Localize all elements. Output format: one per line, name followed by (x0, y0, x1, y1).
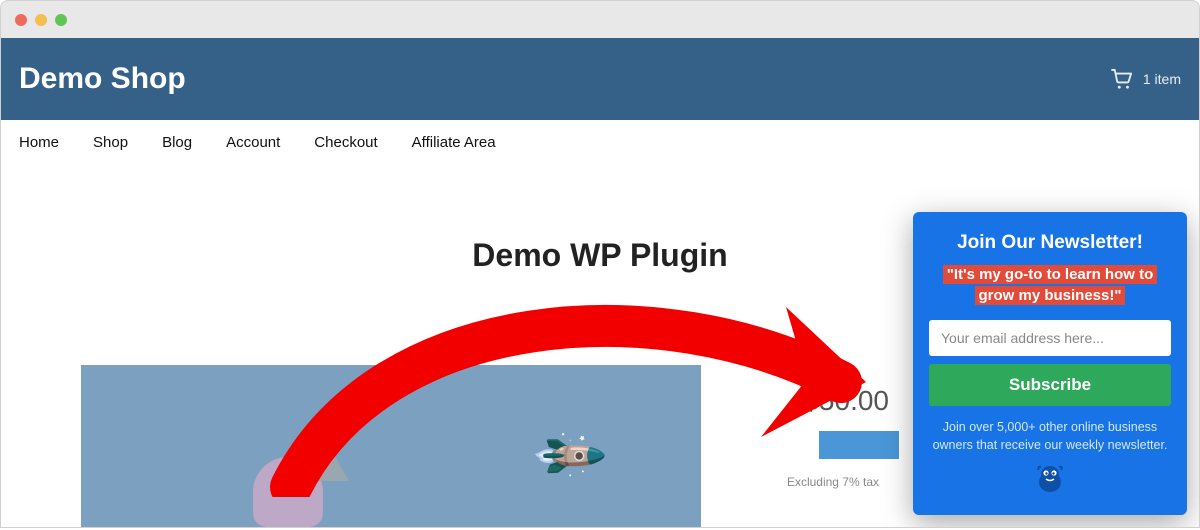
newsletter-popup: Join Our Newsletter! "It's my go-to to l… (913, 212, 1187, 515)
newsletter-mascot-icon (929, 464, 1171, 501)
main-nav: Home Shop Blog Account Checkout Affiliat… (1, 120, 1199, 167)
cart-link[interactable]: 1 item (1111, 69, 1181, 89)
site-title: Demo Shop (19, 62, 186, 96)
nav-item-account[interactable]: Account (226, 134, 280, 151)
product-image (81, 365, 701, 528)
nav-item-affiliate[interactable]: Affiliate Area (412, 134, 496, 151)
close-window-button[interactable] (15, 14, 27, 26)
cart-icon (1111, 69, 1133, 89)
minimize-window-button[interactable] (35, 14, 47, 26)
site-header: Demo Shop 1 item (1, 38, 1199, 120)
newsletter-title: Join Our Newsletter! (929, 232, 1171, 254)
cart-count-label: 1 item (1143, 71, 1181, 87)
browser-chrome (0, 0, 1200, 38)
newsletter-quote: "It's my go-to to learn how to grow my b… (929, 264, 1171, 306)
maximize-window-button[interactable] (55, 14, 67, 26)
price-bar (819, 431, 899, 459)
page-viewport: Demo Shop 1 item Home Shop Blog Account … (0, 38, 1200, 528)
subscribe-button[interactable]: Subscribe (929, 364, 1171, 406)
nav-item-checkout[interactable]: Checkout (314, 134, 377, 151)
newsletter-email-input[interactable] (929, 320, 1171, 356)
tax-note: Excluding 7% tax (787, 475, 879, 489)
mascot-image (253, 457, 323, 527)
nav-item-home[interactable]: Home (19, 134, 59, 151)
newsletter-footnote: Join over 5,000+ other online business o… (929, 418, 1171, 454)
product-price: $50.00 (803, 385, 889, 417)
nav-item-blog[interactable]: Blog (162, 134, 192, 151)
nav-item-shop[interactable]: Shop (93, 134, 128, 151)
window-controls (15, 14, 67, 26)
